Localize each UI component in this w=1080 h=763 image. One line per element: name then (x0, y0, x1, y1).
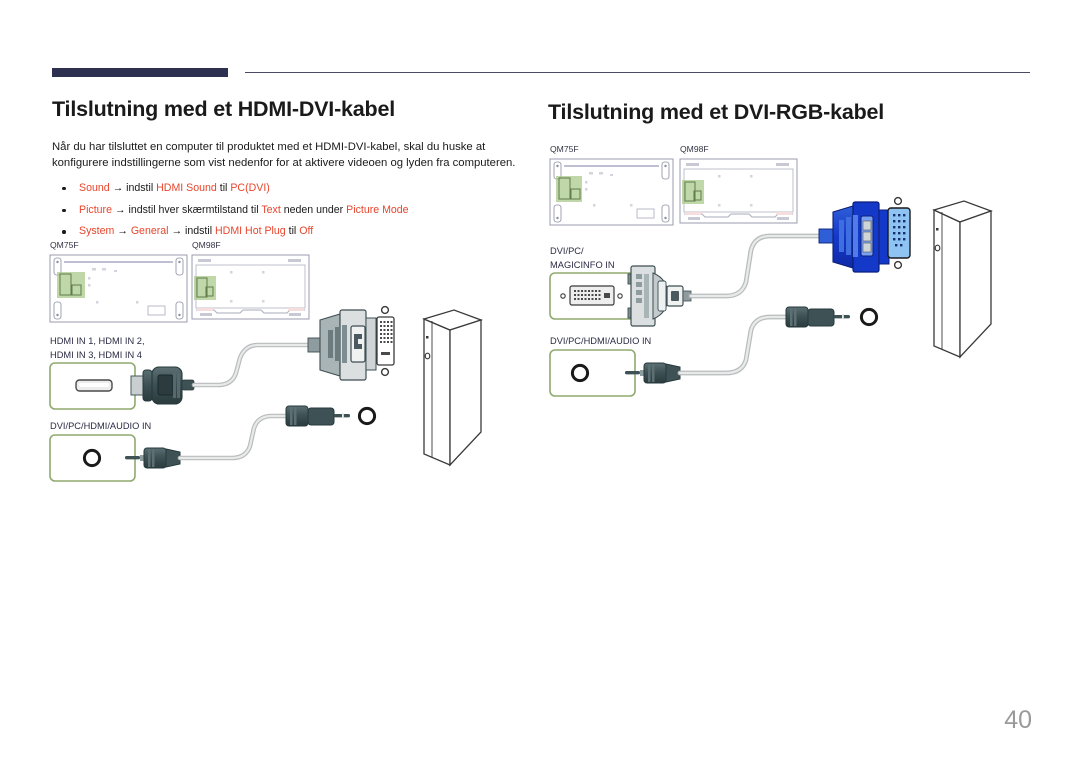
header-rule-line (245, 72, 1030, 73)
vga-plug-connector (818, 201, 890, 273)
highlighted-term: HDMI Sound (156, 181, 217, 194)
hdmi-port-box (49, 362, 136, 410)
plain-text: indstil (126, 181, 157, 194)
qm98f-monitor-illustration-right (679, 158, 798, 224)
audio-plug-right-right-col (785, 306, 850, 328)
audio-port-box-right (549, 349, 636, 397)
left-section-title: Tilslutning med et HDMI-DVI-kabel (52, 97, 396, 121)
header-accent-bar (52, 68, 228, 77)
highlighted-term: PC(DVI) (230, 181, 270, 194)
hdmi-dvi-connection-diagram: QM75F QM98F HDMI IN 1, HDMI IN 2, HDMI I… (40, 232, 510, 502)
hdmi-plug-connector (130, 366, 195, 405)
bullet-text-0: Sound → indstil HDMI Sound til PC(DVI) (79, 182, 270, 194)
audio-cable-right (677, 314, 793, 376)
left-port-label-video-line1: HDMI IN 1, HDMI IN 2, (50, 336, 145, 346)
pc-tower-illustration (422, 309, 483, 467)
highlighted-term: Sound (79, 181, 110, 194)
qm75f-monitor-illustration-right (549, 158, 674, 226)
qm75f-monitor-illustration (49, 254, 188, 323)
dvi-plug-connector-right (627, 265, 692, 327)
pc-vga-socket (887, 196, 911, 270)
right-model-label-qm98f: QM98F (680, 144, 709, 154)
right-column: Tilslutning med et DVI-RGB-kabel (548, 90, 1038, 126)
pc-dvi-socket (376, 305, 395, 377)
audio-cable (177, 413, 293, 461)
right-port-label-video-line2: MAGICINFO IN (550, 260, 615, 270)
dvi-rgb-cable (688, 233, 826, 299)
bullet-text-1: Picture → indstil hver skærmtilstand til… (79, 204, 409, 216)
left-model-label-qm98f: QM98F (192, 240, 221, 250)
audio-plug-right (285, 405, 350, 427)
plain-text: til (216, 181, 231, 194)
plain-text: indstil hver skærmtilstand til (128, 203, 262, 216)
page-number: 40 (1004, 706, 1032, 734)
plain-text: → (109, 181, 127, 194)
pc-tower-illustration-right (932, 200, 993, 359)
right-port-label-video-line1: DVI/PC/ (550, 246, 584, 256)
list-item: Picture → indstil hver skærmtilstand til… (52, 204, 532, 218)
left-column: Tilslutning med et HDMI-DVI-kabel Når du… (52, 90, 532, 247)
dvi-plug-connector (307, 309, 377, 381)
left-port-label-audio: DVI/PC/HDMI/AUDIO IN (50, 421, 151, 431)
pc-audio-socket (357, 406, 377, 426)
highlighted-term: Text (261, 203, 281, 216)
right-port-label-audio: DVI/PC/HDMI/AUDIO IN (550, 336, 651, 346)
plain-text: → (111, 203, 129, 216)
left-bullet-list: Sound → indstil HDMI Sound til PC(DVI) P… (52, 182, 532, 239)
left-port-label-video-line2: HDMI IN 3, HDMI IN 4 (50, 350, 142, 360)
plain-text: neden under (280, 203, 347, 216)
right-model-label-qm75f: QM75F (550, 144, 579, 154)
left-intro-paragraph: Når du har tilsluttet en computer til pr… (52, 140, 516, 169)
dvi-rgb-connection-diagram: QM75F QM98F DVI/PC/ MAGICINFO IN DVI/PC/… (540, 136, 1040, 436)
dvi-port-box (549, 272, 636, 320)
left-model-label-qm75f: QM75F (50, 240, 79, 250)
manual-page: Tilslutning med et HDMI-DVI-kabel Når du… (0, 0, 1080, 763)
list-item: Sound → indstil HDMI Sound til PC(DVI) (52, 182, 532, 196)
highlighted-term: Picture Mode (346, 203, 409, 216)
audio-port-box (49, 434, 136, 482)
pc-audio-socket-right (859, 307, 879, 327)
highlighted-term: Picture (79, 203, 112, 216)
hdmi-dvi-cable (191, 342, 315, 388)
qm98f-monitor-illustration (191, 254, 310, 320)
right-section-title: Tilslutning med et DVI-RGB-kabel (548, 100, 885, 124)
